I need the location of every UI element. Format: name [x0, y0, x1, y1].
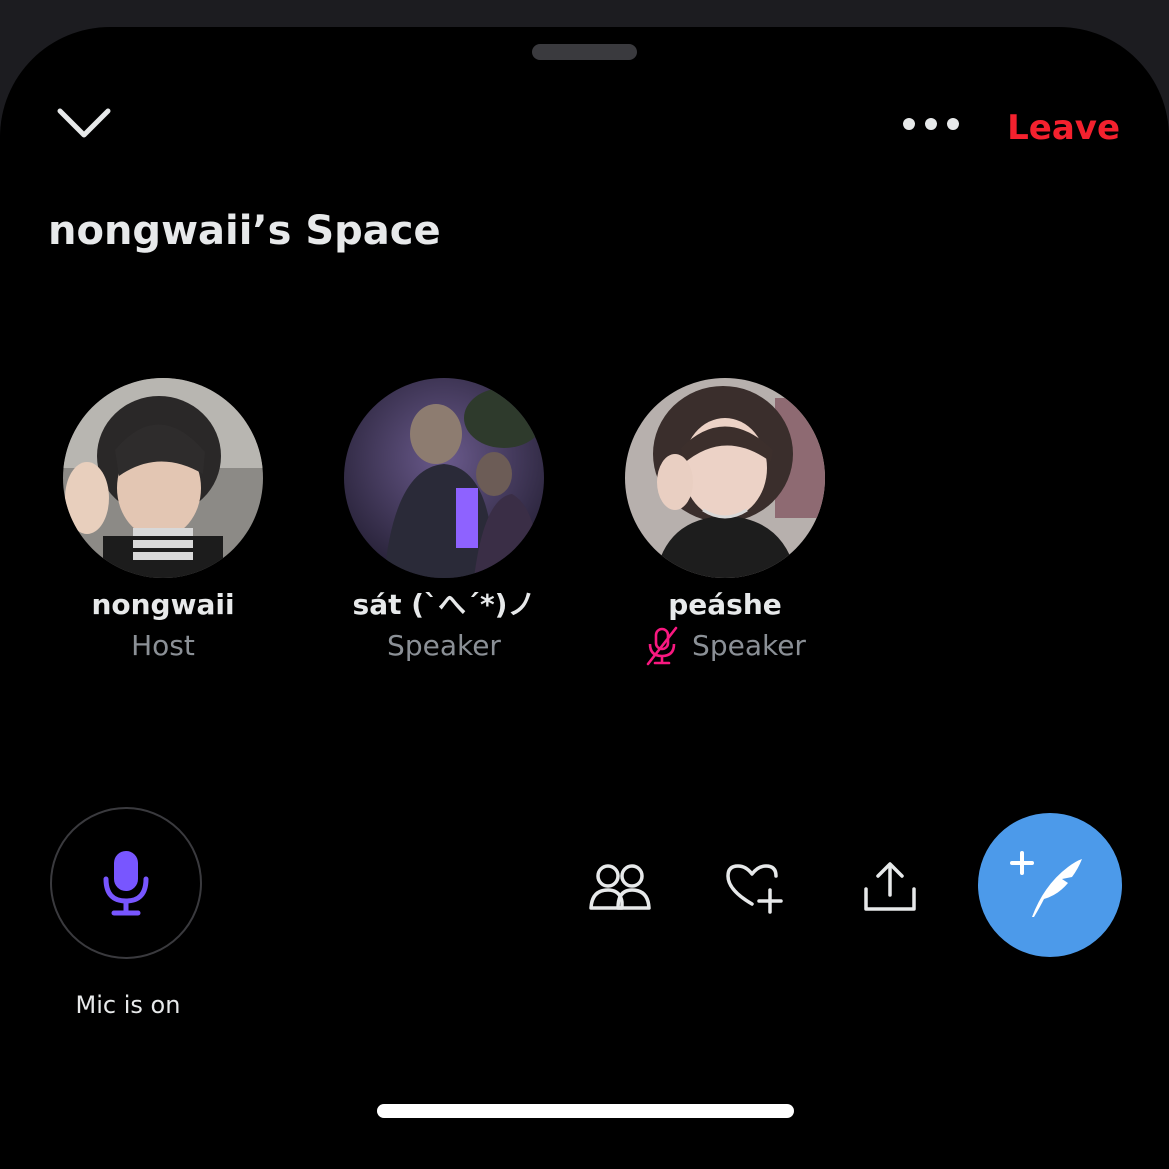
mic-toggle-button[interactable] — [50, 807, 202, 959]
avatar — [63, 378, 263, 578]
mic-status-label: Mic is on — [75, 991, 181, 1019]
compose-tweet-icon — [1010, 851, 1082, 917]
leave-button[interactable]: Leave — [1000, 105, 1140, 151]
collapse-button[interactable] — [52, 99, 116, 149]
share-icon — [864, 862, 916, 911]
space-sheet: Leave nongwaii’s Space nongwaii Host sát… — [0, 27, 1169, 1169]
compose-tweet-button[interactable] — [978, 813, 1122, 957]
participant-name: sát (`へ´*)ノ — [352, 588, 536, 621]
participant-host[interactable]: nongwaii Host — [33, 378, 293, 668]
microphone-icon — [103, 851, 149, 916]
participant-name: peáshe — [668, 588, 782, 621]
home-indicator[interactable] — [377, 1104, 794, 1118]
participant-role-row: Speaker — [595, 624, 855, 668]
space-title: nongwaii’s Space — [48, 208, 441, 254]
participant-role: Host — [131, 629, 195, 662]
share-button[interactable] — [858, 857, 922, 917]
people-icon — [589, 864, 651, 910]
more-dots-icon — [903, 118, 959, 130]
more-options-button[interactable] — [898, 109, 964, 139]
participant-role: Speaker — [692, 629, 806, 662]
sheet-grabber[interactable] — [532, 44, 637, 60]
participant-role-row: Speaker — [314, 624, 574, 668]
participant-speaker[interactable]: sát (`へ´*)ノ Speaker — [314, 378, 574, 668]
chevron-down-icon — [57, 108, 111, 138]
avatar — [344, 378, 544, 578]
react-button[interactable] — [722, 857, 786, 917]
participant-speaker-muted[interactable]: peáshe Speaker — [595, 378, 855, 668]
mic-muted-icon — [646, 626, 678, 666]
participant-role-row: Host — [33, 624, 293, 668]
participant-name: nongwaii — [91, 588, 235, 621]
avatar — [625, 378, 825, 578]
participants-button[interactable] — [588, 857, 652, 917]
heart-plus-icon — [726, 864, 783, 914]
participant-role: Speaker — [387, 629, 501, 662]
